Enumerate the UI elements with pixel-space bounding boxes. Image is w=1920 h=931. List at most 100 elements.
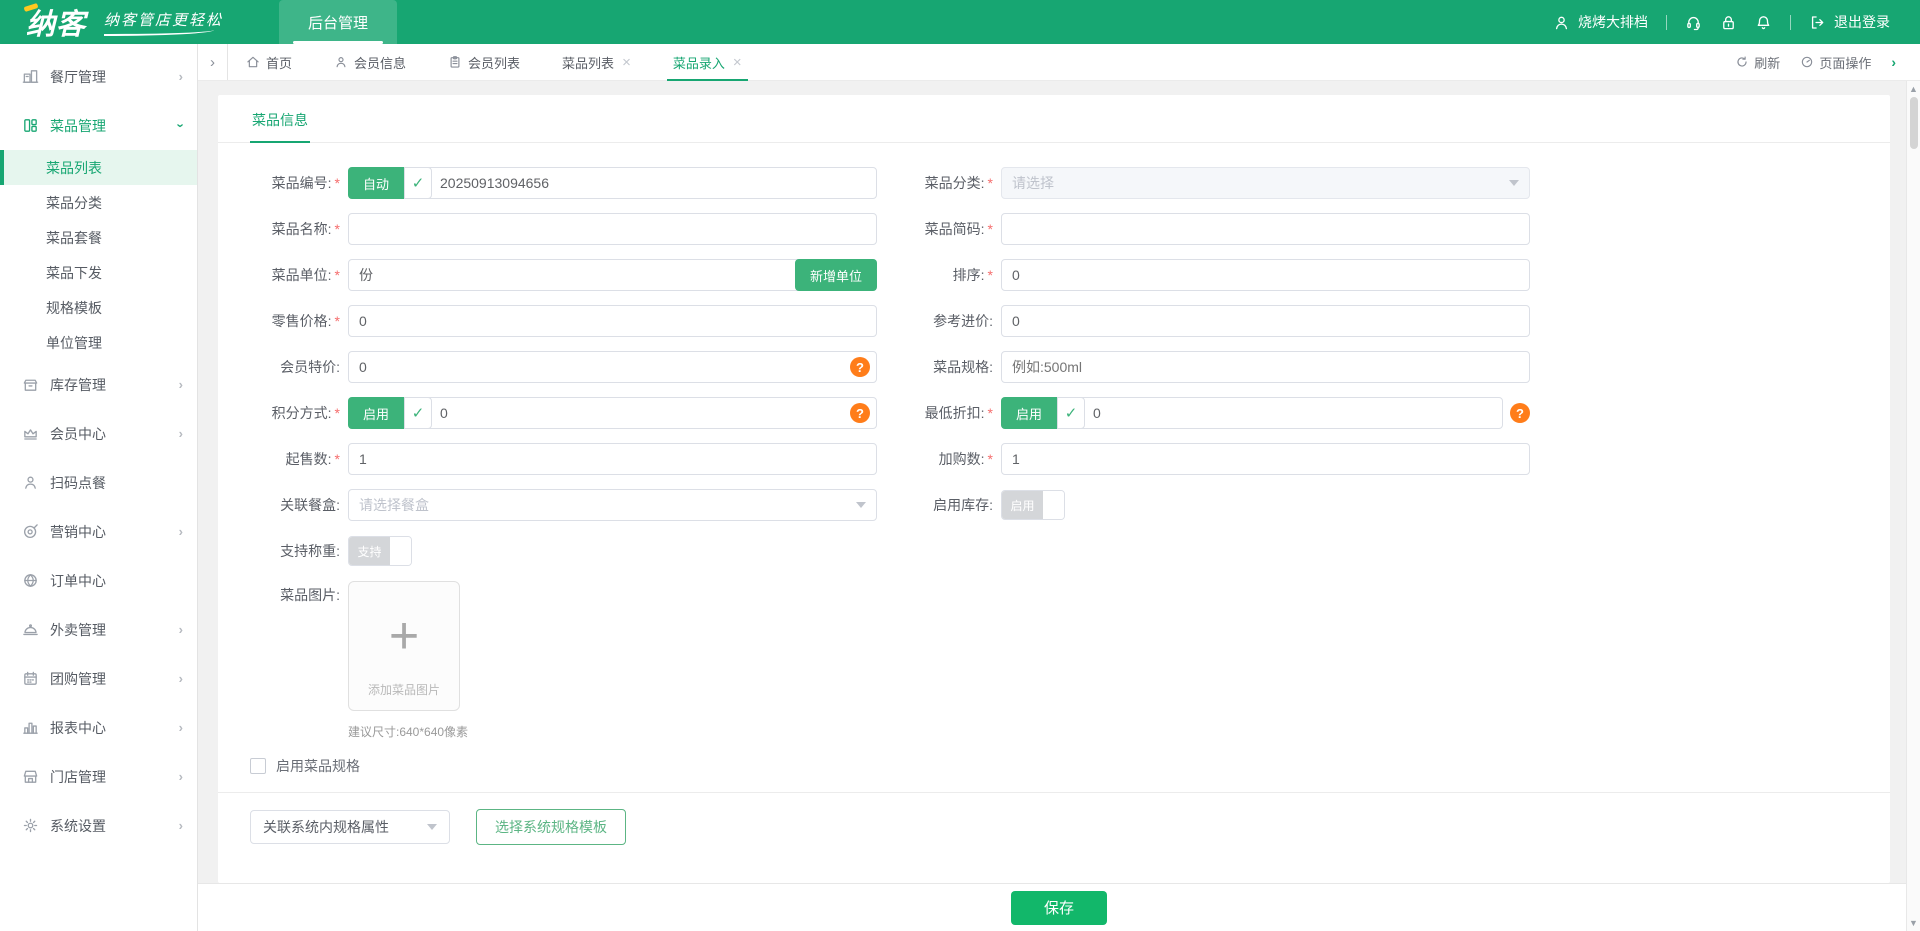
tab-member-list[interactable]: 会员列表: [442, 44, 526, 80]
home-icon: [246, 55, 260, 69]
sidebar-item-label: 库存管理: [50, 375, 106, 395]
sidebar-item-stores[interactable]: 门店管理 ›: [0, 752, 197, 801]
page-operations-button[interactable]: 页面操作: [1800, 53, 1871, 72]
dish-category-select[interactable]: 请选择: [1001, 167, 1530, 199]
tab-dish-list[interactable]: 菜品列表 ×: [556, 44, 637, 80]
chevron-right-icon: ›: [179, 524, 183, 539]
field-label: 菜品分类:*: [903, 173, 1001, 193]
retail-price-input[interactable]: [359, 313, 866, 329]
points-value-input[interactable]: [440, 405, 866, 421]
choose-spec-template-button[interactable]: 选择系统规格模板: [476, 809, 626, 845]
caret-down-icon: [856, 502, 866, 508]
tab-home[interactable]: 首页: [240, 44, 298, 80]
sidebar-subitem-unit-management[interactable]: 单位管理: [0, 325, 197, 360]
close-icon[interactable]: ×: [733, 54, 742, 71]
clipboard-icon: [448, 55, 462, 69]
image-upload-dropzone[interactable]: + 添加菜品图片: [348, 581, 460, 711]
min-discount-input[interactable]: [1093, 405, 1492, 421]
chevron-right-icon: ›: [179, 622, 183, 637]
dish-unit-input[interactable]: [359, 267, 866, 283]
sidebar-item-label: 系统设置: [50, 816, 106, 836]
tab-label: 首页: [266, 53, 292, 72]
sidebar-subitem-dish-dispatch[interactable]: 菜品下发: [0, 255, 197, 290]
discount-enable-button[interactable]: 启用: [1001, 397, 1057, 429]
member-price-input[interactable]: [359, 359, 866, 375]
scroll-down-icon[interactable]: ▼: [1909, 915, 1918, 931]
vertical-scrollbar[interactable]: ▲ ▼: [1906, 81, 1920, 931]
ref-purchase-price-input[interactable]: [1012, 313, 1519, 329]
sidebar-subitem-spec-template[interactable]: 规格模板: [0, 290, 197, 325]
required-asterisk: *: [335, 221, 340, 237]
more-chevron-icon[interactable]: ›: [1891, 54, 1896, 70]
sort-input[interactable]: [1012, 267, 1519, 283]
auto-code-button[interactable]: 自动: [348, 167, 404, 199]
points-enable-button[interactable]: 启用: [348, 397, 404, 429]
tab-label: 会员信息: [354, 53, 406, 72]
user-menu[interactable]: 烧烤大排档: [1553, 12, 1648, 32]
help-icon[interactable]: ?: [1510, 403, 1530, 423]
linked-box-select[interactable]: 请选择餐盒: [348, 489, 877, 521]
help-icon[interactable]: ?: [850, 357, 870, 377]
sidebar-item-label: 营销中心: [50, 522, 106, 542]
sidebar-item-order-center[interactable]: 订单中心: [0, 556, 197, 605]
field-label: 菜品编号:*: [250, 173, 348, 193]
sidebar-item-stock[interactable]: 库存管理 ›: [0, 360, 197, 409]
spec-template-row: 关联系统内规格属性 选择系统规格模板: [250, 809, 1858, 845]
tab-member-info[interactable]: 会员信息: [328, 44, 412, 80]
enable-spec-row: 启用菜品规格: [250, 756, 1858, 776]
topnav-tab-backend[interactable]: 后台管理: [279, 0, 397, 44]
spec-attribute-select[interactable]: 关联系统内规格属性: [250, 810, 450, 844]
field-label: 菜品规格:: [903, 357, 1001, 377]
field-label: 参考进价:: [903, 311, 1001, 331]
logo: 纳客 纳客管店更轻松: [0, 0, 223, 44]
select-value: 关联系统内规格属性: [263, 817, 389, 837]
target-icon: [22, 523, 39, 540]
collapse-sidebar-icon[interactable]: ›: [198, 44, 228, 80]
chevron-right-icon: ›: [179, 377, 183, 392]
enable-stock-toggle[interactable]: 启用: [1001, 490, 1065, 520]
sidebar-item-marketing[interactable]: 营销中心 ›: [0, 507, 197, 556]
sidebar-item-settings[interactable]: 系统设置 ›: [0, 801, 197, 850]
min-sale-qty-input[interactable]: [359, 451, 866, 467]
logout-button[interactable]: 退出登录: [1809, 12, 1890, 32]
sidebar-item-scan-order[interactable]: 扫码点餐: [0, 458, 197, 507]
check-icon[interactable]: ✓: [404, 167, 432, 199]
weighing-toggle[interactable]: 支持: [348, 536, 412, 566]
help-icon[interactable]: ?: [850, 403, 870, 423]
sidebar-item-restaurant[interactable]: 餐厅管理 ›: [0, 52, 197, 101]
check-icon[interactable]: ✓: [404, 397, 432, 429]
dish-name-input[interactable]: [359, 221, 866, 237]
tab-dish-entry[interactable]: 菜品录入 ×: [667, 44, 748, 80]
calendar-icon: [22, 670, 39, 687]
bell-icon[interactable]: [1755, 14, 1772, 31]
field-label: 积分方式:*: [250, 403, 348, 423]
scrollbar-thumb[interactable]: [1910, 97, 1918, 149]
sidebar-subitem-dish-combo[interactable]: 菜品套餐: [0, 220, 197, 255]
save-button[interactable]: 保存: [1011, 891, 1107, 925]
check-icon[interactable]: ✓: [1057, 397, 1085, 429]
refresh-button[interactable]: 刷新: [1735, 53, 1780, 72]
section-tab-dish-info[interactable]: 菜品信息: [250, 95, 310, 143]
chevron-down-icon: ›: [173, 123, 188, 127]
dish-spec-input[interactable]: [1012, 359, 1519, 375]
add-unit-button[interactable]: 新增单位: [795, 259, 877, 291]
sidebar-subitem-dish-list[interactable]: 菜品列表: [0, 150, 197, 185]
dish-code-input[interactable]: [440, 175, 866, 191]
close-icon[interactable]: ×: [622, 54, 631, 71]
field-weighing: 支持称重: 支持: [250, 535, 877, 567]
scroll-up-icon[interactable]: ▲: [1909, 81, 1918, 97]
sidebar-item-reports[interactable]: 报表中心 ›: [0, 703, 197, 752]
sidebar-subitem-dish-category[interactable]: 菜品分类: [0, 185, 197, 220]
lock-icon[interactable]: [1720, 14, 1737, 31]
support-headset-icon[interactable]: [1685, 14, 1702, 31]
sidebar-item-member-center[interactable]: 会员中心 ›: [0, 409, 197, 458]
add-qty-input[interactable]: [1012, 451, 1519, 467]
person-icon: [22, 474, 39, 491]
sidebar-item-label: 订单中心: [50, 571, 106, 591]
sidebar-item-dish-management[interactable]: 菜品管理 ›: [0, 101, 197, 150]
sidebar-item-takeout[interactable]: 外卖管理 ›: [0, 605, 197, 654]
upload-label: 添加菜品图片: [349, 681, 459, 698]
sidebar-item-groupbuy[interactable]: 团购管理 ›: [0, 654, 197, 703]
dish-shortcode-input[interactable]: [1012, 221, 1519, 237]
enable-spec-checkbox[interactable]: [250, 758, 266, 774]
